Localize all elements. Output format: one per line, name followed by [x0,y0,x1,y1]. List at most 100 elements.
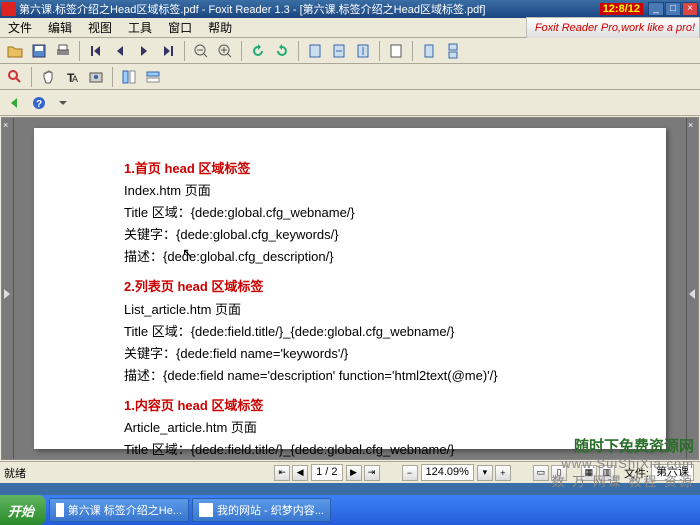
menu-tools[interactable]: 工具 [120,18,160,38]
pdf-page: 1.首页 head 区域标签 Index.htm 页面 Title 区域：{de… [34,128,666,449]
first-page-button[interactable]: ⇤ [274,465,290,481]
fit-width-button[interactable] [352,40,374,62]
maximize-button[interactable]: □ [665,2,681,16]
close-button[interactable]: × [682,2,698,16]
doc-line: 关键字：{dede:field name='keywords'/} [124,343,576,365]
separator [184,41,185,61]
last-page-button[interactable]: ⇥ [364,465,380,481]
section-heading: 2.列表页 head 区域标签 [124,276,576,298]
toolbar-3: ? [0,90,700,116]
app-icon [56,503,64,517]
doc-line: 描述：{dede:global.cfg_description/} [124,246,576,268]
taskbar-item-label: 我的网站 - 织梦内容... [217,502,324,518]
app-icon [2,2,16,16]
app-icon [199,503,213,517]
chevron-left-icon [689,289,695,299]
svg-text:A: A [72,74,78,84]
hand-tool-button[interactable] [37,66,59,88]
menu-edit[interactable]: 编辑 [40,18,80,38]
layout-2-button[interactable]: ▥ [599,465,615,481]
toolbar-2: TA [0,64,700,90]
rotate-cw-button[interactable] [271,40,293,62]
history-back-button[interactable] [4,92,26,114]
separator [79,41,80,61]
taskbar-item-label: 第六课 标签介绍之He... [68,502,182,518]
start-button[interactable]: 开始 [0,495,46,525]
zoom-out-button[interactable] [190,40,212,62]
find-button[interactable] [4,66,26,88]
next-page-button[interactable]: ▶ [346,465,362,481]
print-button[interactable] [52,40,74,62]
separator [379,41,380,61]
layers-button[interactable] [142,66,164,88]
menu-file[interactable]: 文件 [0,18,40,38]
fit-page-button[interactable] [328,40,350,62]
status-ready: 就绪 [4,465,26,481]
doc-line: Title 区域：{dede:field.title/}_{dede:globa… [124,321,576,343]
save-button[interactable] [28,40,50,62]
doc-line: 关键字：{dede:global.cfg_keywords/} [124,224,576,246]
file-name: 第六课 [651,464,694,481]
doc-line: Article_article.htm 页面 [124,417,576,439]
separator [241,41,242,61]
single-page-button[interactable] [418,40,440,62]
prev-page-button[interactable] [109,40,131,62]
continuous-page-button[interactable] [442,40,464,62]
view-mode-1-button[interactable]: ▭ [533,465,549,481]
view-mode-2-button[interactable]: ▯ [551,465,567,481]
rotate-ccw-button[interactable] [247,40,269,62]
zoom-in-button[interactable]: + [495,465,511,481]
svg-text:?: ? [36,99,42,110]
layout-1-button[interactable]: ▦ [581,465,597,481]
last-page-button[interactable] [157,40,179,62]
new-doc-button[interactable] [385,40,407,62]
zoom-input[interactable]: 124.09% [421,464,474,481]
titlebar: 第六课.标签介绍之Head区域标签.pdf - Foxit Reader 1.3… [0,0,700,18]
chevron-right-icon [4,289,10,299]
clock-badge: 12:8/12 [600,3,643,15]
actual-size-button[interactable] [304,40,326,62]
left-panel-toggle[interactable]: × [2,118,14,459]
first-page-button[interactable] [85,40,107,62]
next-page-button[interactable] [133,40,155,62]
bookmarks-button[interactable] [118,66,140,88]
doc-line: Index.htm 页面 [124,180,576,202]
doc-line: List_article.htm 页面 [124,299,576,321]
dropdown-button[interactable] [52,92,74,114]
menu-view[interactable]: 视图 [80,18,120,38]
open-button[interactable] [4,40,26,62]
page-input[interactable]: 1 / 2 [311,464,342,481]
section-heading: 1.内容页 head 区域标签 [124,395,576,417]
separator [112,67,113,87]
zoom-dropdown-button[interactable]: ▾ [477,465,493,481]
toolbar-1 [0,38,700,64]
right-panel-toggle[interactable]: × [686,118,698,459]
separator [298,41,299,61]
statusbar: 就绪 ⇤ ◀ 1 / 2 ▶ ⇥ − 124.09% ▾ + ▭ ▯ ▦ ▥ 文… [0,461,700,483]
zoom-out-button[interactable]: − [402,465,418,481]
snapshot-button[interactable] [85,66,107,88]
menu-help[interactable]: 帮助 [200,18,240,38]
doc-line: Title 区域：{dede:global.cfg_webname/} [124,202,576,224]
minimize-button[interactable]: _ [648,2,664,16]
separator [412,41,413,61]
window-title: 第六课.标签介绍之Head区域标签.pdf - Foxit Reader 1.3… [19,1,600,17]
zoom-in-button[interactable] [214,40,236,62]
taskbar: 开始 第六课 标签介绍之He... 我的网站 - 织梦内容... [0,495,700,525]
separator [31,67,32,87]
page-viewport[interactable]: 1.首页 head 区域标签 Index.htm 页面 Title 区域：{de… [14,118,686,459]
text-select-button[interactable]: TA [61,66,83,88]
taskbar-item[interactable]: 第六课 标签介绍之He... [49,498,189,522]
prev-page-button[interactable]: ◀ [292,465,308,481]
close-icon: × [688,120,693,130]
close-icon: × [3,120,8,130]
doc-line: Title 区域：{dede:field.title/}_{dede:globa… [124,439,576,459]
content-area: × 1.首页 head 区域标签 Index.htm 页面 Title 区域：{… [1,117,699,460]
menu-window[interactable]: 窗口 [160,18,200,38]
section-heading: 1.首页 head 区域标签 [124,158,576,180]
pro-banner[interactable]: Foxit Reader Pro,work like a pro! [526,17,700,39]
help-button[interactable]: ? [28,92,50,114]
menubar: 文件 编辑 视图 工具 窗口 帮助 Foxit Reader Pro,work … [0,18,700,38]
taskbar-item[interactable]: 我的网站 - 织梦内容... [192,498,331,522]
doc-line: 描述：{dede:field name='description' functi… [124,365,576,387]
